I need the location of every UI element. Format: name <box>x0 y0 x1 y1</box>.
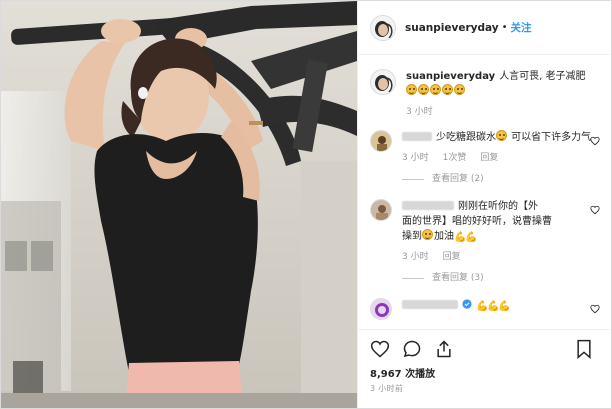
action-bar <box>358 329 611 367</box>
grinning-emoji-icon <box>430 84 441 95</box>
share-button[interactable] <box>432 337 456 361</box>
flexed-biceps-icon: 💪 <box>465 232 478 243</box>
grinning-emoji-icon <box>496 130 507 141</box>
commenter-avatar[interactable] <box>370 199 392 221</box>
view-replies-button[interactable]: 查看回复 (2) <box>402 172 602 187</box>
post-timestamp: 3 小时前 <box>370 384 404 393</box>
comment-icon <box>403 340 421 357</box>
grinning-emoji-icon <box>406 84 417 95</box>
comment-item: 刚刚在听你的【外 面的世界】唱的好好听，说曹操曹 操到 加油💪💪 3 小时 回复 … <box>370 199 602 286</box>
grinning-emoji-icon <box>454 84 465 95</box>
caption-emojis <box>406 84 466 97</box>
comment-text-line3: 操到 <box>402 231 422 242</box>
comment-button[interactable] <box>400 337 424 361</box>
like-button[interactable] <box>368 337 392 361</box>
commenter-avatar-image <box>371 200 391 220</box>
caption-username[interactable]: suanpieveryday <box>406 71 495 82</box>
flexed-biceps-icon: 💪 <box>487 301 500 312</box>
grinning-emoji-icon <box>442 84 453 95</box>
view-replies-label: 查看回复 (3) <box>432 273 484 283</box>
gym-photo-illustration <box>1 1 357 408</box>
bookmark-icon <box>577 339 591 359</box>
commenter-avatar-image <box>371 299 391 319</box>
commenter-avatar[interactable] <box>370 298 392 320</box>
replies-line <box>402 179 424 180</box>
grinning-emoji-icon <box>422 229 433 240</box>
blurred-username <box>402 300 458 309</box>
caption: suanpieveryday 人言可畏, 老子减肥 3 小时 <box>370 69 602 120</box>
blurred-username <box>402 132 432 141</box>
avatar-image <box>371 15 395 40</box>
verified-badge-icon <box>462 299 472 309</box>
reply-button[interactable]: 回复 <box>443 250 461 265</box>
share-icon <box>437 339 451 357</box>
post-side-panel: suanpieveryday • 关注 suanpieveryday 人言可畏, … <box>357 1 611 408</box>
post-header: suanpieveryday • 关注 <box>358 1 611 55</box>
heart-icon <box>370 340 390 357</box>
comment-text-end: 加油 <box>434 231 454 242</box>
caption-time: 3 小时 <box>406 107 433 117</box>
separator-dot: • <box>501 22 508 33</box>
blurred-username <box>402 201 454 210</box>
comment-time: 3 小时 <box>402 252 429 262</box>
avatar[interactable] <box>370 14 396 41</box>
caption-avatar-image <box>371 70 395 94</box>
replies-line <box>402 278 424 279</box>
heart-small-icon[interactable] <box>590 136 600 146</box>
view-replies-button[interactable]: 查看回复 (3) <box>402 271 602 286</box>
commenter-avatar-image <box>371 131 391 151</box>
comments-list: suanpieveryday 人言可畏, 老子减肥 3 小时 少吃糖跟碳水 可以… <box>358 57 611 323</box>
commenter-avatar[interactable] <box>370 130 392 152</box>
comment-time: 3 小时 <box>402 153 429 163</box>
post-photo[interactable] <box>1 1 357 408</box>
view-replies-label: 查看回复 (2) <box>432 174 484 184</box>
caption-avatar[interactable] <box>370 69 396 95</box>
comment-likes[interactable]: 1次赞 <box>443 151 467 166</box>
comment-text-part1: 少吃糖跟碳水 <box>436 132 496 143</box>
instagram-post: suanpieveryday • 关注 suanpieveryday 人言可畏, … <box>0 0 612 409</box>
comment-item: 少吃糖跟碳水 可以省下许多力气 3 小时 1次赞 回复 查看回复 (2) <box>370 130 602 187</box>
heart-small-icon[interactable] <box>590 304 600 314</box>
heart-small-icon[interactable] <box>590 205 600 215</box>
grinning-emoji-icon <box>418 84 429 95</box>
follow-button[interactable]: 关注 <box>511 20 532 35</box>
comment-text-part2: 可以省下许多力气 <box>508 132 592 143</box>
comment-text-line1: 刚刚在听你的【外 <box>458 201 538 212</box>
flexed-biceps-icon: 💪 <box>498 301 511 312</box>
save-button[interactable] <box>572 337 596 361</box>
flexed-biceps-icon: 💪 <box>476 301 489 312</box>
comment-item: 💪💪💪 <box>370 298 602 320</box>
username[interactable]: suanpieveryday <box>405 22 499 34</box>
caption-text: 人言可畏, 老子减肥 <box>499 71 586 82</box>
flexed-biceps-icon: 💪 <box>454 232 467 243</box>
reply-button[interactable]: 回复 <box>480 151 498 166</box>
view-count: 8,967 次播放 <box>370 369 436 380</box>
comment-text-line2: 面的世界】唱的好好听，说曹操曹 <box>402 216 552 227</box>
